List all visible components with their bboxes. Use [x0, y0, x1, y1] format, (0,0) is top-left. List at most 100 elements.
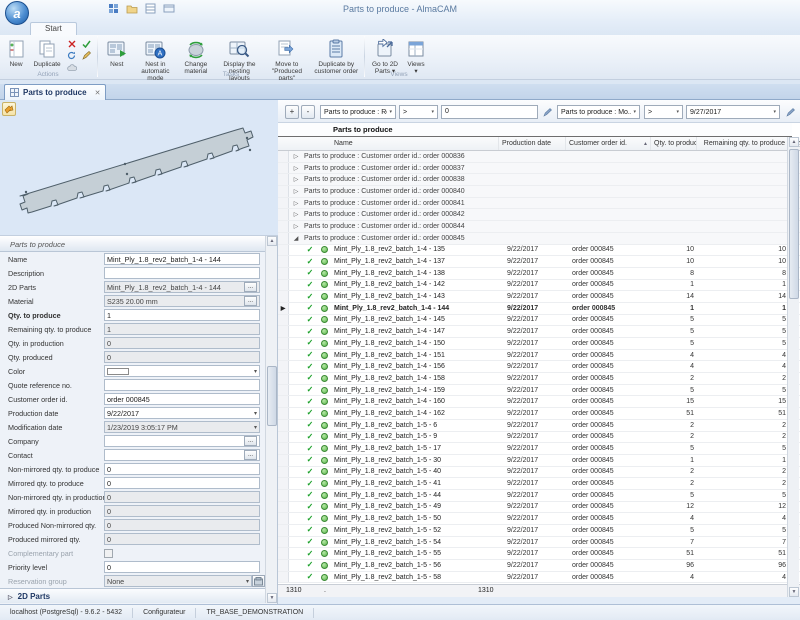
- row-selector-cell[interactable]: ▶: [278, 303, 289, 314]
- group-collapsed-icon[interactable]: ▷: [289, 221, 303, 232]
- part-row[interactable]: ✓Mint_Ply_1.8_rev2_batch_1-4 - 1609/22/2…: [278, 396, 800, 408]
- close-icon[interactable]: ✕: [95, 89, 101, 97]
- column-header-qty[interactable]: Qty. to produce: [651, 137, 697, 150]
- row-selector-cell[interactable]: [278, 268, 289, 279]
- production-date-field[interactable]: 9/22/2017▾: [104, 407, 260, 419]
- group-collapsed-icon[interactable]: ▷: [289, 163, 303, 174]
- validate-icon[interactable]: [79, 38, 94, 49]
- part-row[interactable]: ▶✓Mint_Ply_1.8_rev2_batch_1-4 - 1449/22/…: [278, 303, 800, 315]
- row-selector-cell[interactable]: [278, 478, 289, 489]
- qty-in-production-field[interactable]: 0: [104, 337, 260, 349]
- scroll-up-icon[interactable]: ▲: [789, 137, 799, 147]
- properties-scrollbar[interactable]: ▲ ▼: [265, 236, 277, 603]
- description-field[interactable]: [104, 267, 260, 279]
- part-row[interactable]: ✓Mint_Ply_1.8_rev2_batch_1-4 - 1389/22/2…: [278, 268, 800, 280]
- delete-icon[interactable]: [64, 38, 79, 49]
- group-expanded-icon[interactable]: ◢: [289, 233, 303, 244]
- new-button[interactable]: New: [2, 36, 30, 70]
- row-selector-cell[interactable]: [278, 537, 289, 548]
- row-selector-cell[interactable]: [278, 396, 289, 407]
- column-header-customer-order[interactable]: Customer order id.▲: [566, 137, 651, 150]
- chevron-down-icon[interactable]: ▾: [254, 424, 257, 431]
- group-row[interactable]: ▷Parts to produce : Customer order id.: …: [278, 221, 800, 233]
- produced-non-mirrored-qty-field[interactable]: 0: [104, 519, 260, 531]
- complementary-part-checkbox[interactable]: [104, 549, 113, 558]
- mirrored-qty-in-production-field[interactable]: 0: [104, 505, 260, 517]
- row-selector-cell[interactable]: [278, 513, 289, 524]
- row-selector-cell[interactable]: [278, 315, 289, 326]
- part-row[interactable]: ✓Mint_Ply_1.8_rev2_batch_1-4 - 1509/22/2…: [278, 338, 800, 350]
- group-collapsed-icon[interactable]: ▷: [289, 151, 303, 162]
- duplicate-button[interactable]: Duplicate: [30, 36, 64, 70]
- group-row[interactable]: ◢Parts to produce : Customer order id.: …: [278, 233, 800, 245]
- part-row[interactable]: ✓Mint_Ply_1.8_rev2_batch_1-5 - 509/22/20…: [278, 513, 800, 525]
- qty-to-produce-field[interactable]: 1: [104, 309, 260, 321]
- edit-filter-1-icon[interactable]: [541, 106, 553, 118]
- group-collapsed-icon[interactable]: ▷: [289, 209, 303, 220]
- part-row[interactable]: ✓Mint_Ply_1.8_rev2_batch_1-4 - 1439/22/2…: [278, 291, 800, 303]
- part-row[interactable]: ✓Mint_Ply_1.8_rev2_batch_1-4 - 1359/22/2…: [278, 245, 800, 257]
- color-field[interactable]: ▾: [104, 365, 260, 377]
- row-selector-cell[interactable]: [278, 326, 289, 337]
- quote-reference-no-field[interactable]: [104, 379, 260, 391]
- row-selector-cell[interactable]: [278, 560, 289, 571]
- part-row[interactable]: ✓Mint_Ply_1.8_rev2_batch_1-5 - 569/22/20…: [278, 560, 800, 572]
- part-row[interactable]: ✓Mint_Ply_1.8_rev2_batch_1-5 - 69/22/201…: [278, 420, 800, 432]
- scroll-thumb[interactable]: [789, 149, 799, 299]
- filter-operator-2-combo[interactable]: >▾: [644, 105, 683, 119]
- ellipsis-button[interactable]: ...: [244, 282, 257, 292]
- 2d-parts-field[interactable]: Mint_Ply_1.8_rev2_batch_1-4 - 144...: [104, 281, 260, 293]
- row-selector-cell[interactable]: [278, 350, 289, 361]
- chevron-down-icon[interactable]: ▾: [246, 578, 249, 585]
- part-row[interactable]: ✓Mint_Ply_1.8_rev2_batch_1-5 - 419/22/20…: [278, 478, 800, 490]
- tab-start[interactable]: Start: [30, 22, 77, 35]
- group-row[interactable]: ▷Parts to produce : Customer order id.: …: [278, 163, 800, 175]
- row-selector-cell[interactable]: [278, 245, 289, 256]
- row-selector-cell[interactable]: [278, 548, 289, 559]
- add-filter-button[interactable]: +: [285, 105, 299, 119]
- part-row[interactable]: ✓Mint_Ply_1.8_rev2_batch_1-4 - 1479/22/2…: [278, 326, 800, 338]
- group-row[interactable]: ▷Parts to produce : Customer order id.: …: [278, 209, 800, 221]
- scroll-up-icon[interactable]: ▲: [267, 236, 277, 246]
- row-selector-cell[interactable]: [278, 361, 289, 372]
- row-selector-cell[interactable]: [278, 467, 289, 478]
- group-row[interactable]: ▷Parts to produce : Customer order id.: …: [278, 174, 800, 186]
- part-row[interactable]: ✓Mint_Ply_1.8_rev2_batch_1-5 - 409/22/20…: [278, 467, 800, 479]
- scroll-thumb[interactable]: [267, 366, 277, 426]
- priority-level-field[interactable]: 0: [104, 561, 260, 573]
- section-2d-parts[interactable]: ▷2D Parts: [0, 588, 265, 603]
- ellipsis-button[interactable]: ...: [244, 436, 257, 446]
- ellipsis-button[interactable]: ...: [244, 296, 257, 306]
- table-scrollbar[interactable]: ▲ ▼: [787, 137, 799, 597]
- reservation-group-button[interactable]: [252, 575, 265, 587]
- column-header-remaining-qty[interactable]: Remaining qty. to produce: [697, 137, 789, 150]
- row-selector-cell[interactable]: [278, 280, 289, 291]
- row-selector-cell[interactable]: [278, 572, 289, 583]
- row-selector-cell[interactable]: [278, 338, 289, 349]
- produced-mirrored-qty-field[interactable]: 0: [104, 533, 260, 545]
- row-selector-cell[interactable]: [278, 502, 289, 513]
- scroll-down-icon[interactable]: ▼: [267, 593, 277, 603]
- part-row[interactable]: ✓Mint_Ply_1.8_rev2_batch_1-4 - 1459/22/2…: [278, 315, 800, 327]
- row-selector-cell[interactable]: [278, 490, 289, 501]
- refresh-icon[interactable]: [64, 50, 79, 61]
- part-row[interactable]: ✓Mint_Ply_1.8_rev2_batch_1-5 - 309/22/20…: [278, 455, 800, 467]
- group-collapsed-icon[interactable]: ▷: [289, 186, 303, 197]
- row-selector-cell[interactable]: [278, 291, 289, 302]
- group-row[interactable]: ▷Parts to produce : Customer order id.: …: [278, 198, 800, 210]
- filter-field-1-combo[interactable]: Parts to produce : Re...▾: [320, 105, 396, 119]
- group-collapsed-icon[interactable]: ▷: [289, 198, 303, 209]
- contact-field[interactable]: ...: [104, 449, 260, 461]
- part-row[interactable]: ✓Mint_Ply_1.8_rev2_batch_1-5 - 529/22/20…: [278, 525, 800, 537]
- row-selector-cell[interactable]: [278, 385, 289, 396]
- edit-filter-2-icon[interactable]: [784, 106, 796, 118]
- part-row[interactable]: ✓Mint_Ply_1.8_rev2_batch_1-4 - 1379/22/2…: [278, 256, 800, 268]
- group-collapsed-icon[interactable]: ▷: [289, 174, 303, 185]
- part-row[interactable]: ✓Mint_Ply_1.8_rev2_batch_1-4 - 1569/22/2…: [278, 361, 800, 373]
- qty-produced-field[interactable]: 0: [104, 351, 260, 363]
- filter-value-1-input[interactable]: 0: [441, 105, 538, 119]
- column-header-name[interactable]: Name: [331, 137, 499, 150]
- part-row[interactable]: ✓Mint_Ply_1.8_rev2_batch_1-4 - 1629/22/2…: [278, 408, 800, 420]
- edit-icon[interactable]: [79, 50, 94, 61]
- row-selector-cell[interactable]: [278, 443, 289, 454]
